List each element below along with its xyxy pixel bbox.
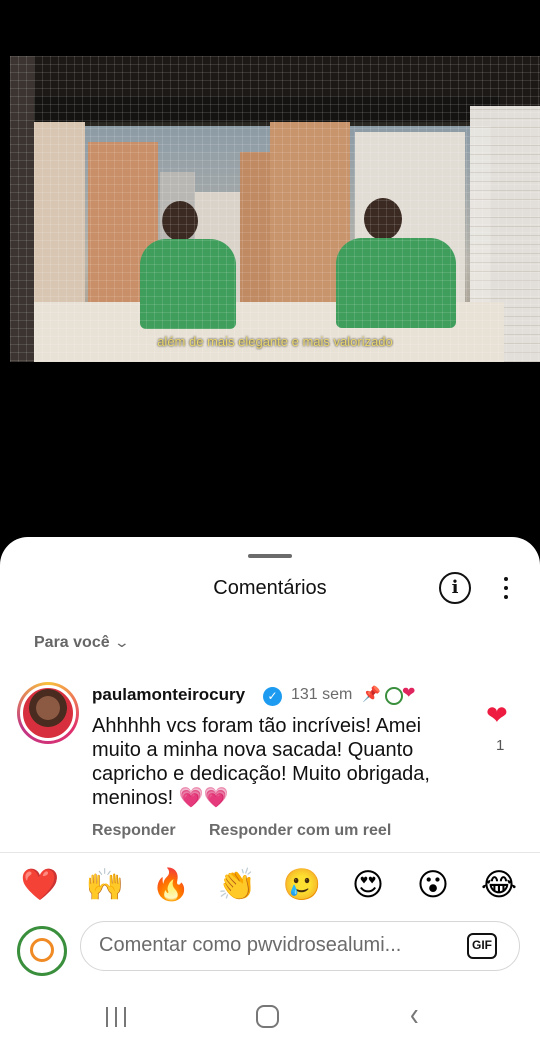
comment-input-box: GIF: [80, 921, 520, 971]
like-count: 1: [496, 737, 505, 754]
more-vertical-icon[interactable]: [498, 573, 514, 603]
recents-icon[interactable]: [104, 1007, 128, 1027]
video-frame: além de mais elegante e mais valorizado: [10, 56, 540, 362]
my-avatar: [17, 926, 67, 976]
creator-liked-heart-icon: ❤: [402, 685, 416, 702]
reply-button[interactable]: Responder: [92, 822, 176, 840]
comments-sheet: Comentários i Para você ⌄ paulamonteirocu…: [0, 537, 540, 1048]
comment-input[interactable]: [99, 922, 459, 969]
emoji-surprised[interactable]: 😮: [413, 865, 453, 905]
comment-username[interactable]: paulamonteirocury: [92, 685, 245, 705]
creator-avatar-icon: [385, 687, 403, 705]
comment-text: Ahhhhh vcs foram tão incríveis! Amei mui…: [92, 715, 430, 809]
emoji-fire[interactable]: 🔥: [151, 865, 191, 905]
back-icon[interactable]: ‹: [410, 997, 419, 1031]
verified-badge-icon: ✓: [263, 687, 282, 706]
system-nav-bar: ‹: [0, 997, 540, 1048]
emoji-heart[interactable]: ❤️: [20, 865, 60, 905]
emoji-tear-smile[interactable]: 🥲: [282, 865, 322, 905]
avatar: [20, 685, 76, 741]
emoji-quick-bar: ❤️ 🙌 🔥 👏 🥲 😍 😮 😂: [0, 865, 540, 905]
emoji-clap[interactable]: 👏: [217, 865, 257, 905]
chevron-down-icon: ⌄: [113, 634, 130, 650]
drag-handle[interactable]: [248, 554, 292, 558]
emoji-heart-eyes[interactable]: 😍: [348, 865, 388, 905]
comment-time: 131 sem: [291, 686, 353, 703]
video-player[interactable]: além de mais elegante e mais valorizado: [0, 0, 540, 540]
emoji-laughing[interactable]: 😂: [479, 865, 519, 905]
filter-dropdown[interactable]: Para você ⌄: [34, 634, 130, 652]
reply-with-reel-button[interactable]: Responder com um reel: [209, 822, 391, 840]
commenter-avatar[interactable]: [17, 682, 79, 744]
info-icon[interactable]: i: [439, 572, 471, 604]
filter-label: Para você: [34, 634, 110, 651]
divider: [0, 852, 540, 853]
video-caption: além de mais elegante e mais valorizado: [157, 334, 393, 349]
pin-icon: 📌: [362, 686, 381, 703]
gif-button[interactable]: GIF: [467, 933, 497, 959]
heart-icon[interactable]: ❤: [486, 702, 508, 728]
emoji-raised-hands[interactable]: 🙌: [85, 865, 125, 905]
home-icon[interactable]: [256, 1005, 279, 1028]
